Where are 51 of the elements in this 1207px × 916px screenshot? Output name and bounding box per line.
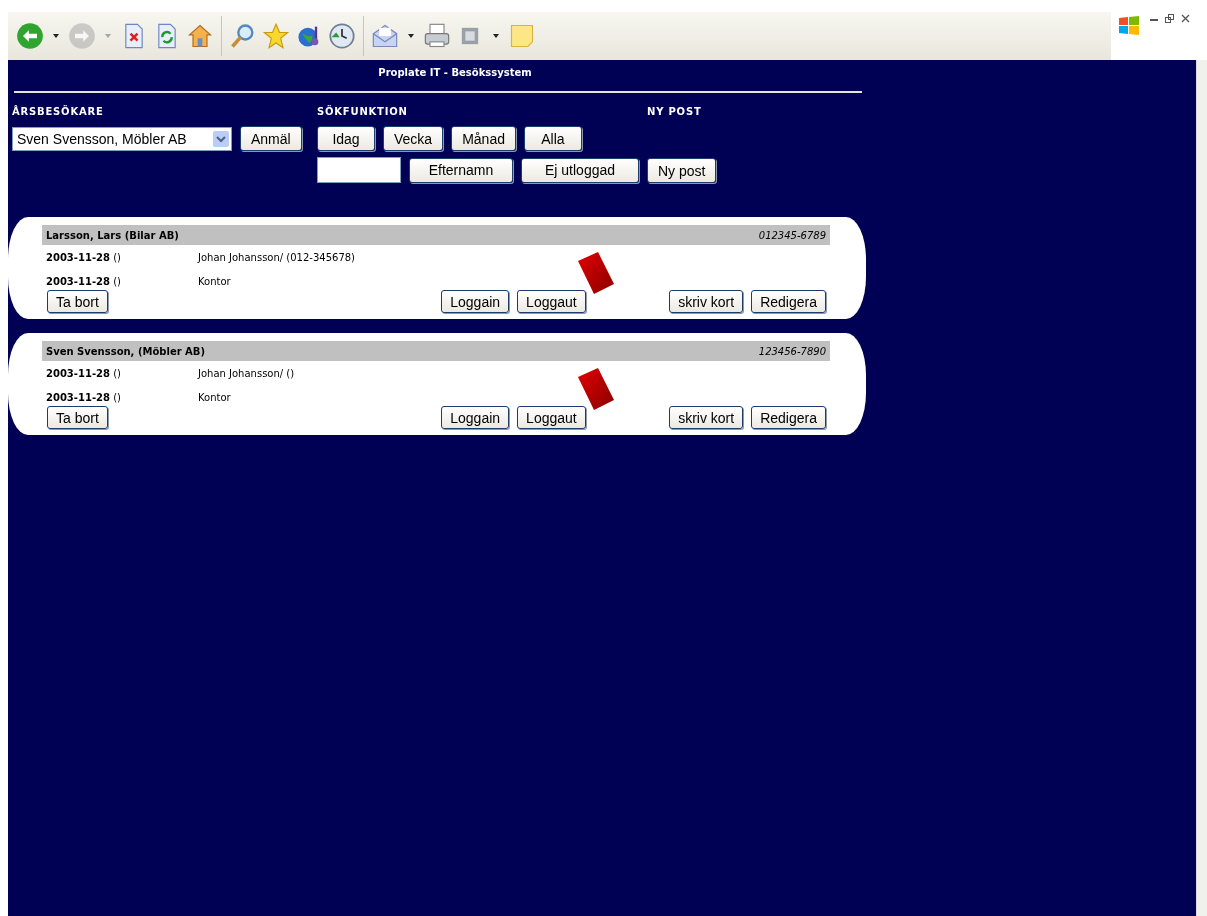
surname-search-button[interactable]: Efternamn <box>409 157 513 183</box>
visit-detail: Johan Johansson/ (012-345678) <box>198 251 356 263</box>
section-label: SÖKFUNKTION <box>317 106 409 119</box>
scrollbar[interactable] <box>1196 60 1207 916</box>
login-button[interactable]: Loggain <box>441 290 510 313</box>
period-button[interactable]: Vecka <box>383 126 444 151</box>
period-button[interactable]: Månad <box>451 126 516 151</box>
login-button[interactable]: Loggain <box>441 406 510 429</box>
printer-icon[interactable] <box>423 22 451 50</box>
delete-button[interactable]: Ta bort <box>47 406 108 429</box>
not-logged-out-button[interactable]: Ej utloggad <box>521 157 639 183</box>
visitor-select[interactable]: Sven Svensson, Möbler AB <box>12 126 232 151</box>
back-icon[interactable] <box>16 22 44 50</box>
visit-detail: Kontor <box>198 275 231 287</box>
edit-button[interactable]: Redigera <box>751 406 826 429</box>
logout-button[interactable]: Loggaut <box>517 290 586 313</box>
star-icon[interactable] <box>262 22 290 50</box>
clock-icon[interactable] <box>328 22 356 50</box>
card-icon <box>576 251 616 295</box>
print-card-button[interactable]: skriv kort <box>669 290 744 313</box>
period-button[interactable]: Idag <box>317 126 375 151</box>
visit-detail: Kontor <box>198 391 231 403</box>
new-post-button[interactable]: Ny post <box>647 158 717 183</box>
page-title: Proplate IT - Besökssystem <box>377 66 533 80</box>
section-label: NY POST <box>647 106 703 119</box>
house-icon[interactable] <box>186 22 214 50</box>
visit-date: 2003-11-28 () <box>46 391 122 403</box>
register-button[interactable]: Anmäl <box>240 126 302 151</box>
period-button[interactable]: Alla <box>523 126 582 151</box>
id-number: 012345-6789 <box>758 229 826 241</box>
id-number: 123456-7890 <box>758 345 826 357</box>
envelope-icon[interactable] <box>371 22 399 50</box>
delete-button[interactable]: Ta bort <box>47 290 108 313</box>
close-icon[interactable] <box>1181 14 1190 23</box>
card-icon <box>576 367 616 411</box>
visitor-name: Larsson, Lars (Bilar AB) <box>46 229 179 241</box>
edit-button[interactable]: Redigera <box>751 290 826 313</box>
print-card-button[interactable]: skriv kort <box>669 406 744 429</box>
caret-icon[interactable] <box>53 34 59 38</box>
windows-logo-icon <box>1117 14 1141 38</box>
visitor-name: Sven Svensson, (Möbler AB) <box>46 345 205 357</box>
caret-icon[interactable] <box>493 34 499 38</box>
search-field[interactable] <box>317 157 401 183</box>
caret-icon[interactable] <box>408 34 414 38</box>
restore-icon[interactable] <box>1165 14 1174 23</box>
logout-button[interactable]: Loggaut <box>517 406 586 429</box>
visit-detail: Johan Johansson/ () <box>198 367 295 379</box>
section-label: ÅRSBESÖKARE <box>12 106 105 119</box>
visit-date: 2003-11-28 () <box>46 367 122 379</box>
visit-date: 2003-11-28 () <box>46 251 122 263</box>
visit-date: 2003-11-28 () <box>46 275 122 287</box>
